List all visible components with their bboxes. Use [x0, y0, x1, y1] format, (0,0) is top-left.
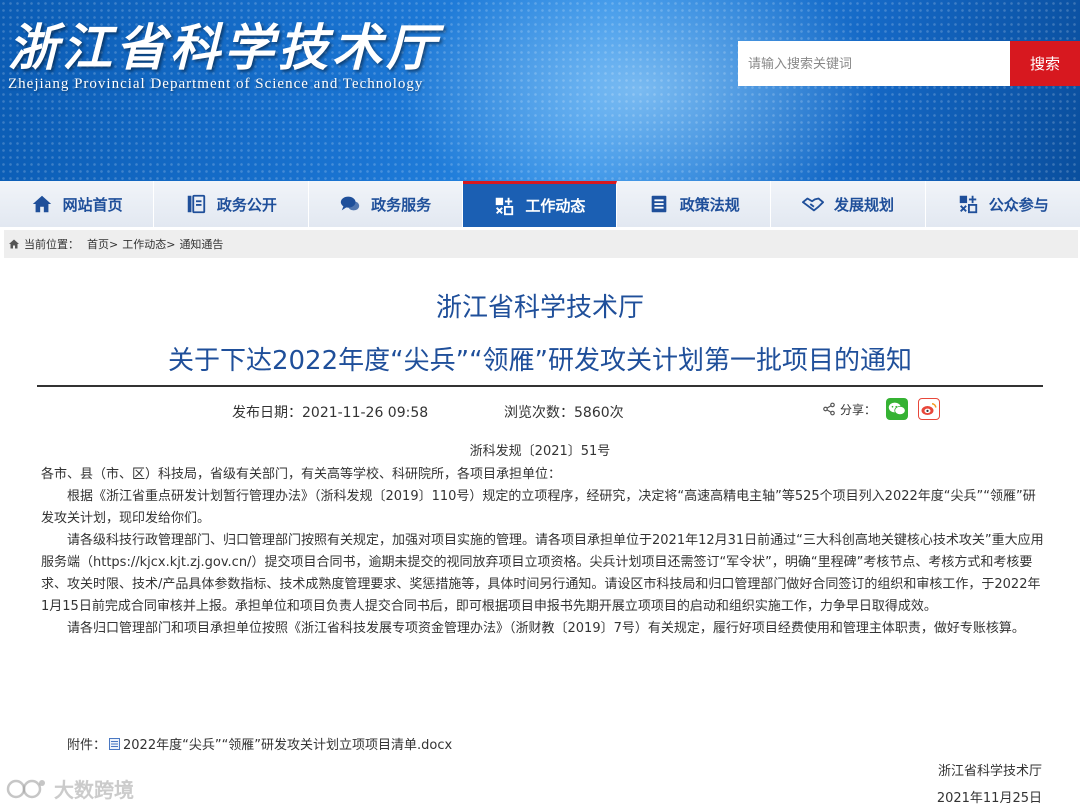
share-icon	[823, 402, 835, 416]
nav-item-label: 公众参与	[988, 195, 1049, 214]
signature-date: 2021年11月25日	[936, 791, 1042, 806]
article-org: 浙江省科学技术厅	[435, 293, 644, 323]
nav-item-public[interactable]: 公众参与	[925, 181, 1080, 227]
home-icon	[9, 239, 19, 249]
search-button[interactable]: 搜索	[1010, 41, 1080, 86]
work-icon	[496, 197, 514, 215]
title-divider	[37, 385, 1043, 387]
document-number: 浙科发规〔2021〕51号	[469, 444, 611, 459]
doc-file-icon	[109, 737, 121, 750]
article-title: 关于下达2022年度“尖兵”“领雁”研发攻关计划第一批项目的通知	[167, 346, 913, 376]
main-nav: 网站首页 政务公开 政务服务 工作动态 政策法规 发展规划 公众参与	[0, 181, 1080, 227]
nav-item-label: 政策法规	[679, 195, 740, 214]
nav-item-home[interactable]: 网站首页	[0, 181, 155, 227]
attachment-label: 附件：	[67, 738, 107, 753]
nav-item-gov-affairs[interactable]: 政务公开	[154, 181, 309, 227]
site-banner: 浙江省科学技术厅 Zhejiang Provincial Department …	[0, 0, 1080, 181]
publish-date: 发布日期：2021-11-26 09:58	[232, 405, 429, 421]
nav-item-label: 网站首页	[62, 195, 123, 214]
paragraph: 请各级科技行政管理部门、归口管理部门按照有关规定，加强对项目实施的管理。请各项目…	[41, 533, 1044, 614]
breadcrumb: 当前位置： 首页> 工作动态> 通知通告	[4, 230, 1078, 258]
article-body: 各市、县（市、区）科技局，省级有关部门，有关高等学校、科研院所，各项目承担单位：…	[41, 464, 1045, 640]
watermark-logo-icon	[6, 779, 45, 798]
people-icon	[959, 195, 977, 214]
nav-item-gov-service[interactable]: 政务服务	[308, 181, 463, 227]
share-bar: 分享：	[822, 398, 941, 420]
breadcrumb-item-work-news[interactable]: 工作动态>	[122, 236, 175, 252]
document-icon	[187, 194, 206, 214]
wechat-share-icon[interactable]	[886, 398, 909, 420]
nav-item-planning[interactable]: 发展规划	[771, 181, 926, 227]
nav-item-work-news[interactable]: 工作动态	[462, 181, 618, 227]
nav-item-label: 政务公开	[216, 195, 277, 214]
search-input[interactable]	[738, 41, 1010, 86]
view-count: 浏览次数：5860次	[504, 405, 624, 421]
breadcrumb-item-notices[interactable]: 通知通告	[179, 236, 223, 252]
home-icon	[32, 195, 51, 213]
site-subtitle: Zhejiang Provincial Department of Scienc…	[8, 76, 424, 92]
breadcrumb-prefix: 当前位置：	[24, 238, 79, 251]
paragraph: 请各归口管理部门和项目承担单位按照《浙江省科技发展专项资金管理办法》（浙财教〔2…	[67, 621, 1025, 636]
nav-item-label: 政务服务	[371, 195, 432, 214]
attachment-link[interactable]: 2022年度“尖兵”“领雁”研发攻关计划立项项目清单.docx	[123, 734, 452, 753]
attachment: 附件： 2022年度“尖兵”“领雁”研发攻关计划立项项目清单.docx	[67, 734, 452, 753]
watermark: 大数跨境	[6, 774, 134, 803]
nav-item-policy[interactable]: 政策法规	[617, 181, 772, 227]
breadcrumb-item-home[interactable]: 首页>	[87, 236, 118, 252]
chat-icon	[340, 196, 360, 211]
paragraph: 根据《浙江省重点研发计划暂行管理办法》（浙科发规〔2019〕110号）规定的立项…	[41, 489, 1036, 526]
handshake-icon	[801, 197, 824, 212]
watermark-text: 大数跨境	[54, 778, 134, 802]
nav-item-label: 发展规划	[833, 195, 894, 214]
share-label: 分享：	[840, 402, 877, 417]
signature-org: 浙江省科学技术厅	[937, 764, 1042, 779]
salutation: 各市、县（市、区）科技局，省级有关部门，有关高等学校、科研院所，各项目承担单位：	[41, 467, 562, 482]
nav-item-label: 工作动态	[525, 197, 586, 215]
weibo-share-icon[interactable]	[918, 398, 941, 420]
site-title: 浙江省科学技术厅	[8, 18, 440, 77]
list-icon	[651, 195, 667, 213]
